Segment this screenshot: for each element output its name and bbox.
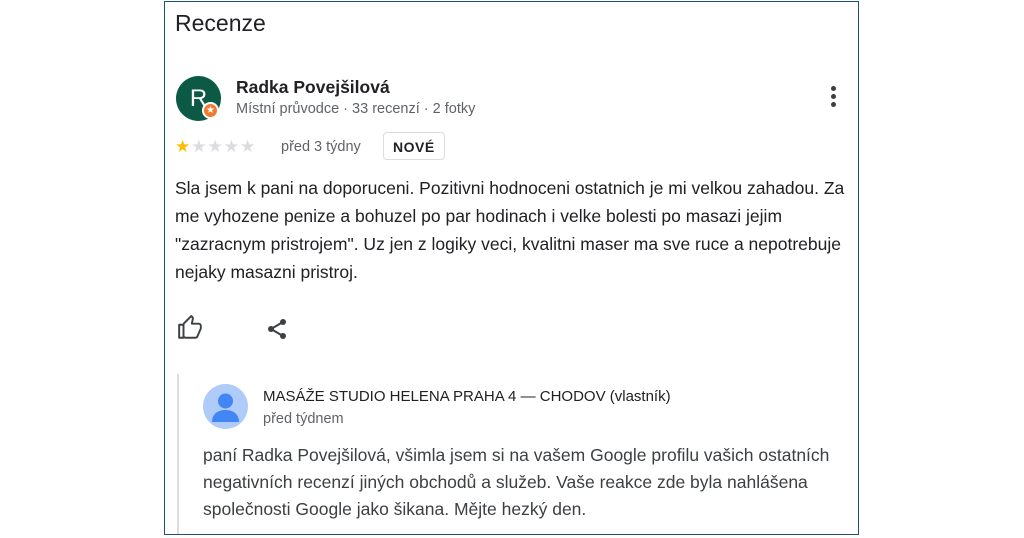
owner-name: MASÁŽE STUDIO HELENA PRAHA 4 — CHODOV (v…	[263, 388, 671, 405]
rating-stars: ★★★★★	[175, 138, 256, 156]
star-icon: ★	[191, 137, 208, 156]
owner-reply-text: paní Radka Povejšilová, všimla jsem si n…	[203, 445, 830, 519]
reviewer-meta: Místní průvodce · 33 recenzí · 2 fotky	[236, 101, 476, 117]
reviews-panel: Recenze R ★ Radka Povejšilová Místní prů…	[164, 1, 859, 535]
star-icon: ★	[223, 137, 240, 156]
new-badge: NOVÉ	[383, 132, 445, 160]
owner-reply-date: před týdnem	[263, 411, 344, 427]
local-guide-badge-icon: ★	[202, 102, 219, 119]
star-icon: ★	[207, 137, 224, 156]
reviewer-name[interactable]: Radka Povejšilová	[236, 77, 390, 98]
section-title: Recenze	[175, 10, 266, 36]
review-text: Sla jsem k pani na doporuceni. Pozitivni…	[175, 178, 845, 282]
more-vert-icon[interactable]	[829, 86, 837, 112]
share-icon[interactable]	[265, 316, 289, 342]
thumb-up-icon[interactable]	[177, 315, 203, 341]
review-date: před 3 týdny	[281, 139, 361, 155]
person-icon	[203, 384, 248, 429]
star-icon: ★	[240, 137, 257, 156]
owner-reply: MASÁŽE STUDIO HELENA PRAHA 4 — CHODOV (v…	[177, 374, 844, 534]
star-icon: ★	[175, 137, 192, 156]
